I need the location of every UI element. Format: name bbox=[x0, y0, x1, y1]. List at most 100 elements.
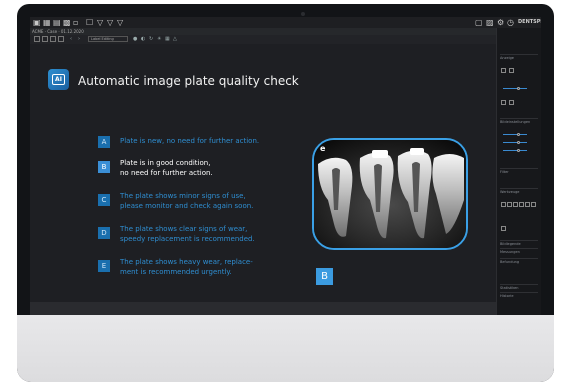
quality-description-line: speedy replacement is recommended. bbox=[120, 234, 255, 243]
zoom-icon[interactable]: ● bbox=[133, 36, 137, 42]
panel-tool-icon[interactable] bbox=[501, 100, 506, 105]
panel-tool-icon[interactable] bbox=[531, 202, 536, 207]
quality-description: The plate shows heavy wear, replace-ment… bbox=[120, 258, 253, 277]
view-icon[interactable] bbox=[34, 36, 40, 42]
triangle-icon[interactable]: ▽ bbox=[107, 18, 113, 27]
panel-tool-icon[interactable] bbox=[501, 226, 506, 231]
slider-handle[interactable] bbox=[517, 133, 520, 136]
camera-dot bbox=[301, 12, 305, 16]
quality-description-line: no need for further action. bbox=[120, 168, 213, 177]
title-bar: ACME · Case · 01.12.2020 bbox=[30, 28, 541, 35]
quality-letter: E bbox=[98, 260, 110, 272]
brightness-icon[interactable]: ☀ bbox=[157, 36, 161, 42]
panel-section-header[interactable]: Anzeige bbox=[500, 56, 538, 61]
panel-tool-icon[interactable] bbox=[507, 202, 512, 207]
image-icon[interactable]: ▩ bbox=[63, 18, 71, 27]
layout-icon[interactable]: ▤ bbox=[53, 18, 61, 27]
quality-description-line: The plate shows minor signs of use, bbox=[120, 192, 246, 200]
result-marker: B bbox=[316, 268, 333, 285]
triangle-icon[interactable]: ▽ bbox=[117, 18, 123, 27]
window-title: ACME · Case · 01.12.2020 bbox=[32, 29, 84, 34]
slider-handle[interactable] bbox=[517, 149, 520, 152]
panel-tool-icon[interactable] bbox=[501, 68, 506, 73]
panel-tool-icon[interactable] bbox=[509, 68, 514, 73]
quality-letter: B bbox=[98, 161, 110, 173]
panel-divider bbox=[500, 292, 538, 293]
pen-icon[interactable]: ☐ bbox=[86, 18, 93, 27]
view-icon[interactable] bbox=[42, 36, 48, 42]
panel-section-header[interactable]: Messungen bbox=[500, 250, 538, 255]
quality-description: The plate shows clear signs of wear, spee… bbox=[120, 225, 255, 244]
panel-divider bbox=[500, 284, 538, 285]
screen: ▣ ▦ ▤ ▩ ▫ ☐ ▽ ▽ ▽ ▢ ▨ ⚙ ◷ DENTSPLY ACME … bbox=[30, 17, 541, 315]
quality-description-line: Plate is in good condition, bbox=[120, 159, 211, 167]
back-icon[interactable]: ‹ bbox=[70, 36, 72, 42]
grid-icon[interactable]: ▣ bbox=[33, 18, 41, 27]
panel-divider bbox=[500, 258, 538, 259]
mode-dropdown[interactable]: Label Editing bbox=[88, 36, 128, 42]
forward-icon[interactable]: › bbox=[78, 36, 80, 42]
measure-icon[interactable]: △ bbox=[173, 36, 177, 42]
contrast-icon[interactable]: ◐ bbox=[141, 36, 145, 42]
panel-slider[interactable] bbox=[503, 88, 527, 89]
panel-tool-icon[interactable] bbox=[519, 202, 524, 207]
top-toolbar: ▣ ▦ ▤ ▩ ▫ ☐ ▽ ▽ ▽ ▢ ▨ ⚙ ◷ DENTSPLY bbox=[30, 17, 541, 28]
panel-divider bbox=[500, 118, 538, 119]
triangle-icon[interactable]: ▽ bbox=[97, 18, 103, 27]
xray-graphic bbox=[314, 140, 466, 248]
quality-description-line: The plate shows heavy wear, replace- bbox=[120, 258, 253, 266]
slider-handle[interactable] bbox=[517, 141, 520, 144]
quality-description: Plate is in good condition, no need for f… bbox=[120, 159, 213, 178]
doc-icon[interactable]: ▫ bbox=[73, 18, 78, 27]
quality-letter: A bbox=[98, 136, 110, 148]
ai-badge-label: AI bbox=[52, 74, 65, 85]
brand-logo: DENTSPLY bbox=[518, 19, 541, 25]
panel-divider bbox=[500, 240, 538, 241]
panel-section-header[interactable]: Werkzeuge bbox=[500, 190, 538, 195]
panel-section-header[interactable]: Befundung bbox=[500, 260, 538, 265]
panel-tool-icon[interactable] bbox=[501, 202, 506, 207]
panel-divider bbox=[500, 54, 538, 55]
quality-description-line: ment is recommended urgently. bbox=[120, 267, 232, 276]
rotate-icon[interactable]: ↻ bbox=[149, 36, 153, 42]
xray-image[interactable]: e bbox=[312, 138, 468, 250]
quality-description-line: Plate is new, no need for further action… bbox=[120, 137, 260, 145]
panel-tool-icon[interactable] bbox=[525, 202, 530, 207]
panel-section-header[interactable]: Statistiken bbox=[500, 286, 538, 291]
quality-description: Plate is new, no need for further action… bbox=[120, 137, 259, 147]
quality-letter: C bbox=[98, 194, 110, 206]
table-icon[interactable]: ▦ bbox=[43, 18, 51, 27]
monitor-chin bbox=[17, 315, 554, 382]
panel-section-header[interactable]: Bildeinstellungen bbox=[500, 120, 538, 125]
right-panel: Anzeige Bildeinstellungen Filter Werkzeuge B… bbox=[496, 28, 541, 315]
panel-section-header[interactable]: Filter bbox=[500, 170, 538, 175]
status-strip bbox=[30, 302, 496, 315]
main-area: AI Automatic image plate quality check A… bbox=[30, 44, 496, 315]
panel-divider bbox=[500, 248, 538, 249]
page-title: Automatic image plate quality check bbox=[78, 74, 299, 88]
panel-tool-icon[interactable] bbox=[509, 100, 514, 105]
ai-badge: AI bbox=[48, 69, 69, 90]
quality-letter: D bbox=[98, 227, 110, 239]
share-icon[interactable]: ▨ bbox=[486, 18, 494, 27]
export-icon[interactable]: ▢ bbox=[475, 18, 483, 27]
panel-divider bbox=[500, 168, 538, 169]
panel-slider[interactable] bbox=[503, 134, 527, 135]
xray-label: e bbox=[320, 144, 326, 153]
clock-icon[interactable]: ◷ bbox=[507, 18, 514, 27]
quality-description-line: The plate shows clear signs of wear, bbox=[120, 225, 248, 233]
slider-handle[interactable] bbox=[517, 87, 520, 90]
panel-section-header[interactable]: Bildlegende bbox=[500, 242, 538, 247]
panel-slider[interactable] bbox=[503, 150, 527, 151]
view-icon[interactable] bbox=[50, 36, 56, 42]
quality-description: The plate shows minor signs of use, pleas… bbox=[120, 192, 253, 211]
settings-icon[interactable]: ⚙ bbox=[497, 18, 504, 27]
view-icon[interactable] bbox=[58, 36, 64, 42]
crop-icon[interactable]: ▦ bbox=[165, 36, 170, 42]
quality-description-line: please monitor and check again soon. bbox=[120, 201, 254, 210]
panel-slider[interactable] bbox=[503, 142, 527, 143]
panel-divider bbox=[500, 188, 538, 189]
panel-tool-icon[interactable] bbox=[513, 202, 518, 207]
tool-row: ‹ › Label Editing ● ◐ ↻ ☀ ▦ △ bbox=[30, 35, 496, 44]
panel-section-header[interactable]: Historie bbox=[500, 294, 538, 299]
